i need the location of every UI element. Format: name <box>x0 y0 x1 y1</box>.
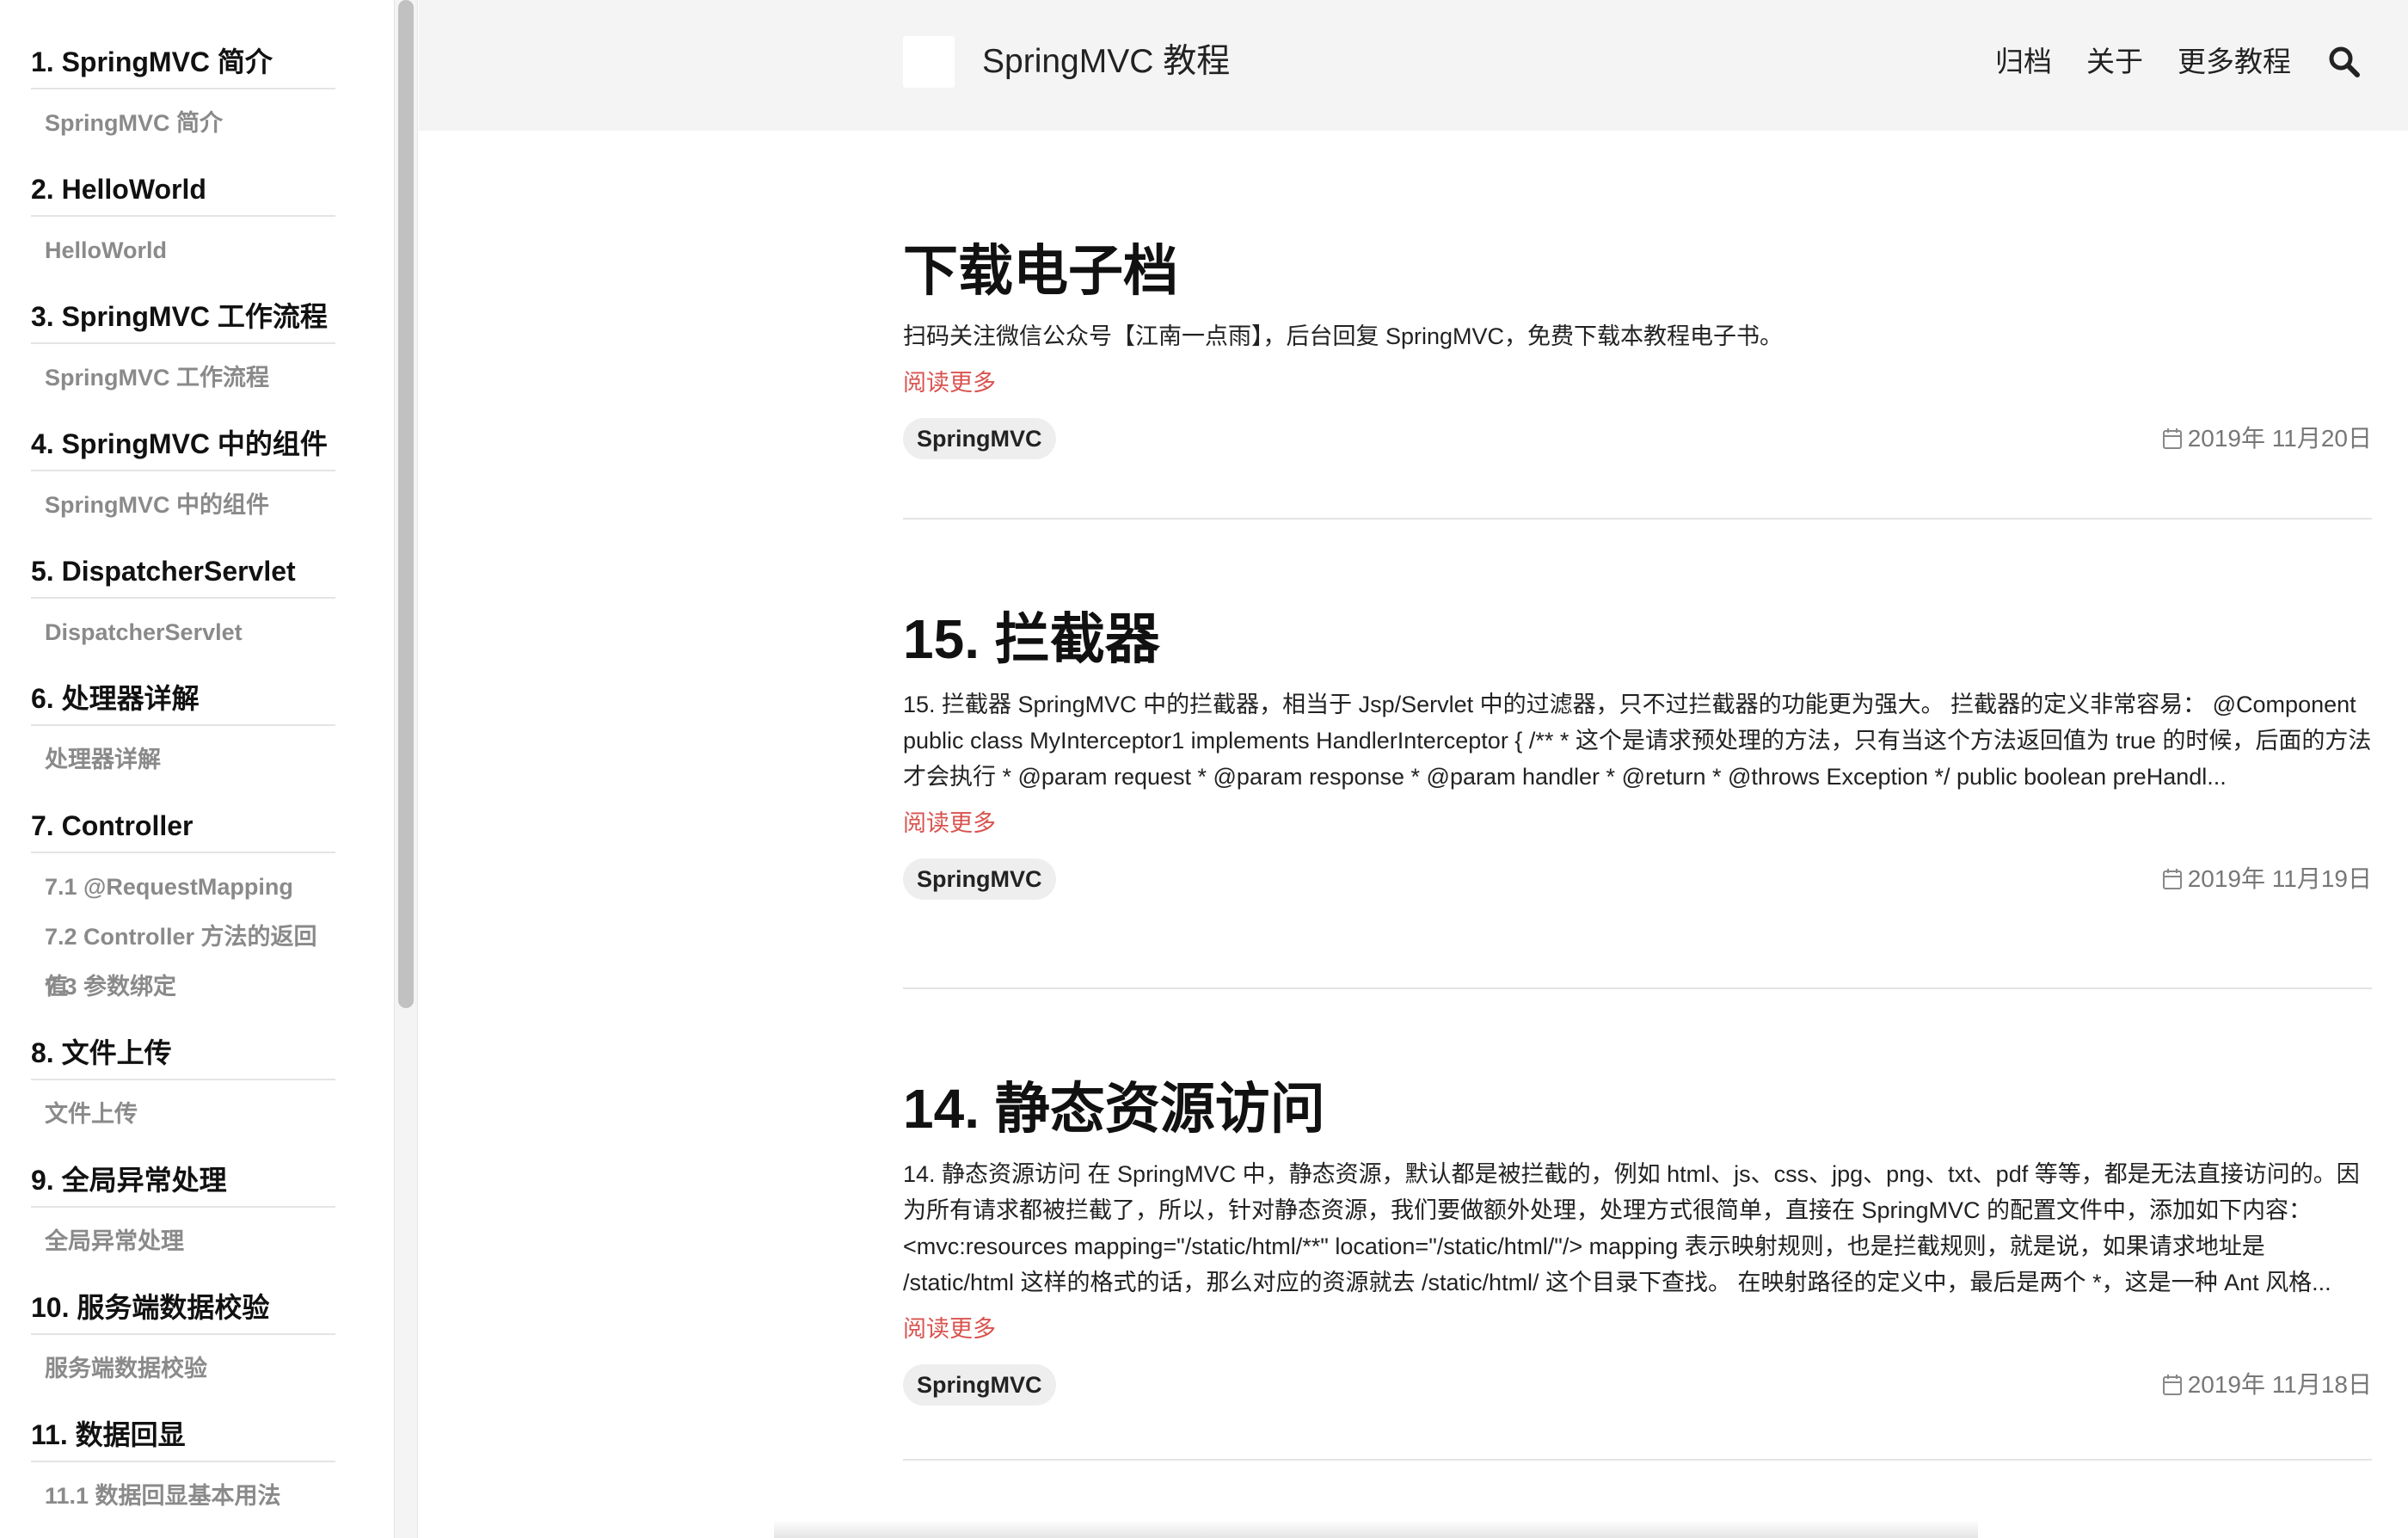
toc-subsection-link[interactable]: 文件上传 <box>45 1089 335 1139</box>
toc-section: 5. DispatcherServlet DispatcherServlet <box>31 547 335 674</box>
calendar-icon <box>2162 1375 2182 1395</box>
calendar-icon <box>2162 428 2182 449</box>
tag-badge[interactable]: SpringMVC <box>903 418 1056 459</box>
toc-subsection-link[interactable]: SpringMVC 工作流程 <box>45 353 335 403</box>
toc-subsection-link[interactable]: SpringMVC 简介 <box>45 98 335 148</box>
toc-section: 3. SpringMVC 工作流程 SpringMVC 工作流程 <box>31 292 335 420</box>
toc-chapter-link[interactable]: 10. 服务端数据校验 <box>31 1283 335 1335</box>
post-list: 下载电子档 扫码关注微信公众号【江南一点雨】，后台回复 SpringMVC，免费… <box>903 131 2372 1538</box>
post-summary: 扫码关注微信公众号【江南一点雨】，后台回复 SpringMVC，免费下载本教程电… <box>903 323 1784 349</box>
toc-chapter-link[interactable]: 9. 全局异常处理 <box>31 1156 335 1208</box>
tag-badge[interactable]: SpringMVC <box>903 1364 1056 1406</box>
toc-section: 1. SpringMVC 简介 SpringMVC 简介 <box>31 38 335 165</box>
toc-subsection-link[interactable]: 全局异常处理 <box>45 1216 335 1266</box>
top-nav: 归档 关于 更多教程 <box>1961 38 2291 86</box>
search-icon[interactable] <box>2327 45 2362 79</box>
calendar-icon <box>2162 869 2182 889</box>
toc-subsection-link[interactable]: 11.1 数据回显基本用法 <box>45 1471 335 1521</box>
nav-more-tutorials-link[interactable]: 更多教程 <box>2178 38 2291 86</box>
toc-section: 10. 服务端数据校验 服务端数据校验 <box>31 1283 335 1411</box>
read-more-link[interactable]: 阅读更多 <box>903 1311 2372 1347</box>
toc-subsection-link[interactable]: 处理器详解 <box>45 735 335 784</box>
toc-section: 9. 全局异常处理 全局异常处理 <box>31 1156 335 1283</box>
sidebar-toc: 1. SpringMVC 简介 SpringMVC 简介 2. HelloWor… <box>0 0 335 1538</box>
toc-section: 7. Controller 7.1 @RequestMapping 7.2 Co… <box>31 802 335 1029</box>
toc-section: 2. HelloWorld HelloWorld <box>31 165 335 292</box>
nav-about-link[interactable]: 关于 <box>2086 38 2143 86</box>
tag-badge[interactable]: SpringMVC <box>903 858 1056 900</box>
sidebar-scrollbar-thumb[interactable] <box>398 0 414 1008</box>
toc-chapter-link[interactable]: 5. DispatcherServlet <box>31 547 335 599</box>
toc-section: 6. 处理器详解 处理器详解 <box>31 674 335 802</box>
post-summary: 14. 静态资源访问 在 SpringMVC 中，静态资源，默认都是被拦截的，例… <box>903 1161 2360 1295</box>
post-summary: 15. 拦截器 SpringMVC 中的拦截器，相当于 Jsp/Servlet … <box>903 692 2372 790</box>
post-date: 2019年 11月20日 <box>2162 418 2372 459</box>
post-footer: SpringMVC 2019年 11月19日 <box>903 858 2372 903</box>
post-title[interactable]: 14. 静态资源访问 <box>903 1070 2372 1147</box>
post-date-text: 2019年 11月20日 <box>2187 425 2372 452</box>
toc-chapter-link[interactable]: 2. HelloWorld <box>31 165 335 217</box>
read-more-link[interactable]: 阅读更多 <box>903 805 2372 841</box>
post-date: 2019年 11月19日 <box>2162 858 2372 900</box>
post-title[interactable]: 15. 拦截器 <box>903 600 2372 678</box>
post-title[interactable]: 下载电子档 <box>903 232 2372 310</box>
toc-subsection-link[interactable]: 7.1 @RequestMapping <box>45 862 335 912</box>
nav-archive-link[interactable]: 归档 <box>1995 38 2052 86</box>
post-date-text: 2019年 11月18日 <box>2187 1371 2372 1398</box>
post-date: 2019年 11月18日 <box>2162 1364 2372 1406</box>
toc-subsection-link[interactable]: SpringMVC 中的组件 <box>45 480 335 530</box>
toc-section: 8. 文件上传 文件上传 <box>31 1029 335 1156</box>
post-date-text: 2019年 11月19日 <box>2187 865 2372 892</box>
site-title[interactable]: SpringMVC 教程 <box>982 38 1230 86</box>
toc-subsection-link[interactable]: 服务端数据校验 <box>45 1344 335 1393</box>
sidebar: 1. SpringMVC 简介 SpringMVC 简介 2. HelloWor… <box>0 0 418 1538</box>
toc-chapter-link[interactable]: 11. 数据回显 <box>31 1411 335 1462</box>
top-header: SpringMVC 教程 归档 关于 更多教程 <box>419 0 2408 131</box>
toc-chapter-link[interactable]: 1. SpringMVC 简介 <box>31 38 335 89</box>
post-card: 15. 拦截器 15. 拦截器 SpringMVC 中的拦截器，相当于 Jsp/… <box>903 520 2372 989</box>
toc-subsection-link[interactable]: HelloWorld <box>45 225 335 275</box>
toc-chapter-link[interactable]: 7. Controller <box>31 802 335 853</box>
post-card: 14. 静态资源访问 14. 静态资源访问 在 SpringMVC 中，静态资源… <box>903 989 2372 1461</box>
toc-chapter-link[interactable]: 6. 处理器详解 <box>31 674 335 726</box>
site-logo[interactable] <box>903 36 955 88</box>
toc-subsection-link[interactable]: 7.2 Controller 方法的返回值 <box>45 912 335 1000</box>
toc-chapter-link[interactable]: 3. SpringMVC 工作流程 <box>31 292 335 344</box>
toc-chapter-link[interactable]: 8. 文件上传 <box>31 1029 335 1080</box>
post-footer: SpringMVC 2019年 11月20日 <box>903 418 2372 463</box>
read-more-link[interactable]: 阅读更多 <box>903 365 2372 401</box>
toc-section: 4. SpringMVC 中的组件 SpringMVC 中的组件 <box>31 420 335 547</box>
post-footer: SpringMVC 2019年 11月18日 <box>903 1364 2372 1409</box>
post-card: 下载电子档 扫码关注微信公众号【江南一点雨】，后台回复 SpringMVC，免费… <box>903 131 2372 520</box>
toc-chapter-link[interactable]: 4. SpringMVC 中的组件 <box>31 420 335 471</box>
bottom-fade <box>774 1519 1978 1538</box>
toc-subsection-link[interactable]: DispatcherServlet <box>45 607 335 657</box>
toc-subsection-link[interactable]: 7.3 参数绑定 <box>45 962 335 1012</box>
toc-section: 11. 数据回显 11.1 数据回显基本用法 <box>31 1411 335 1538</box>
